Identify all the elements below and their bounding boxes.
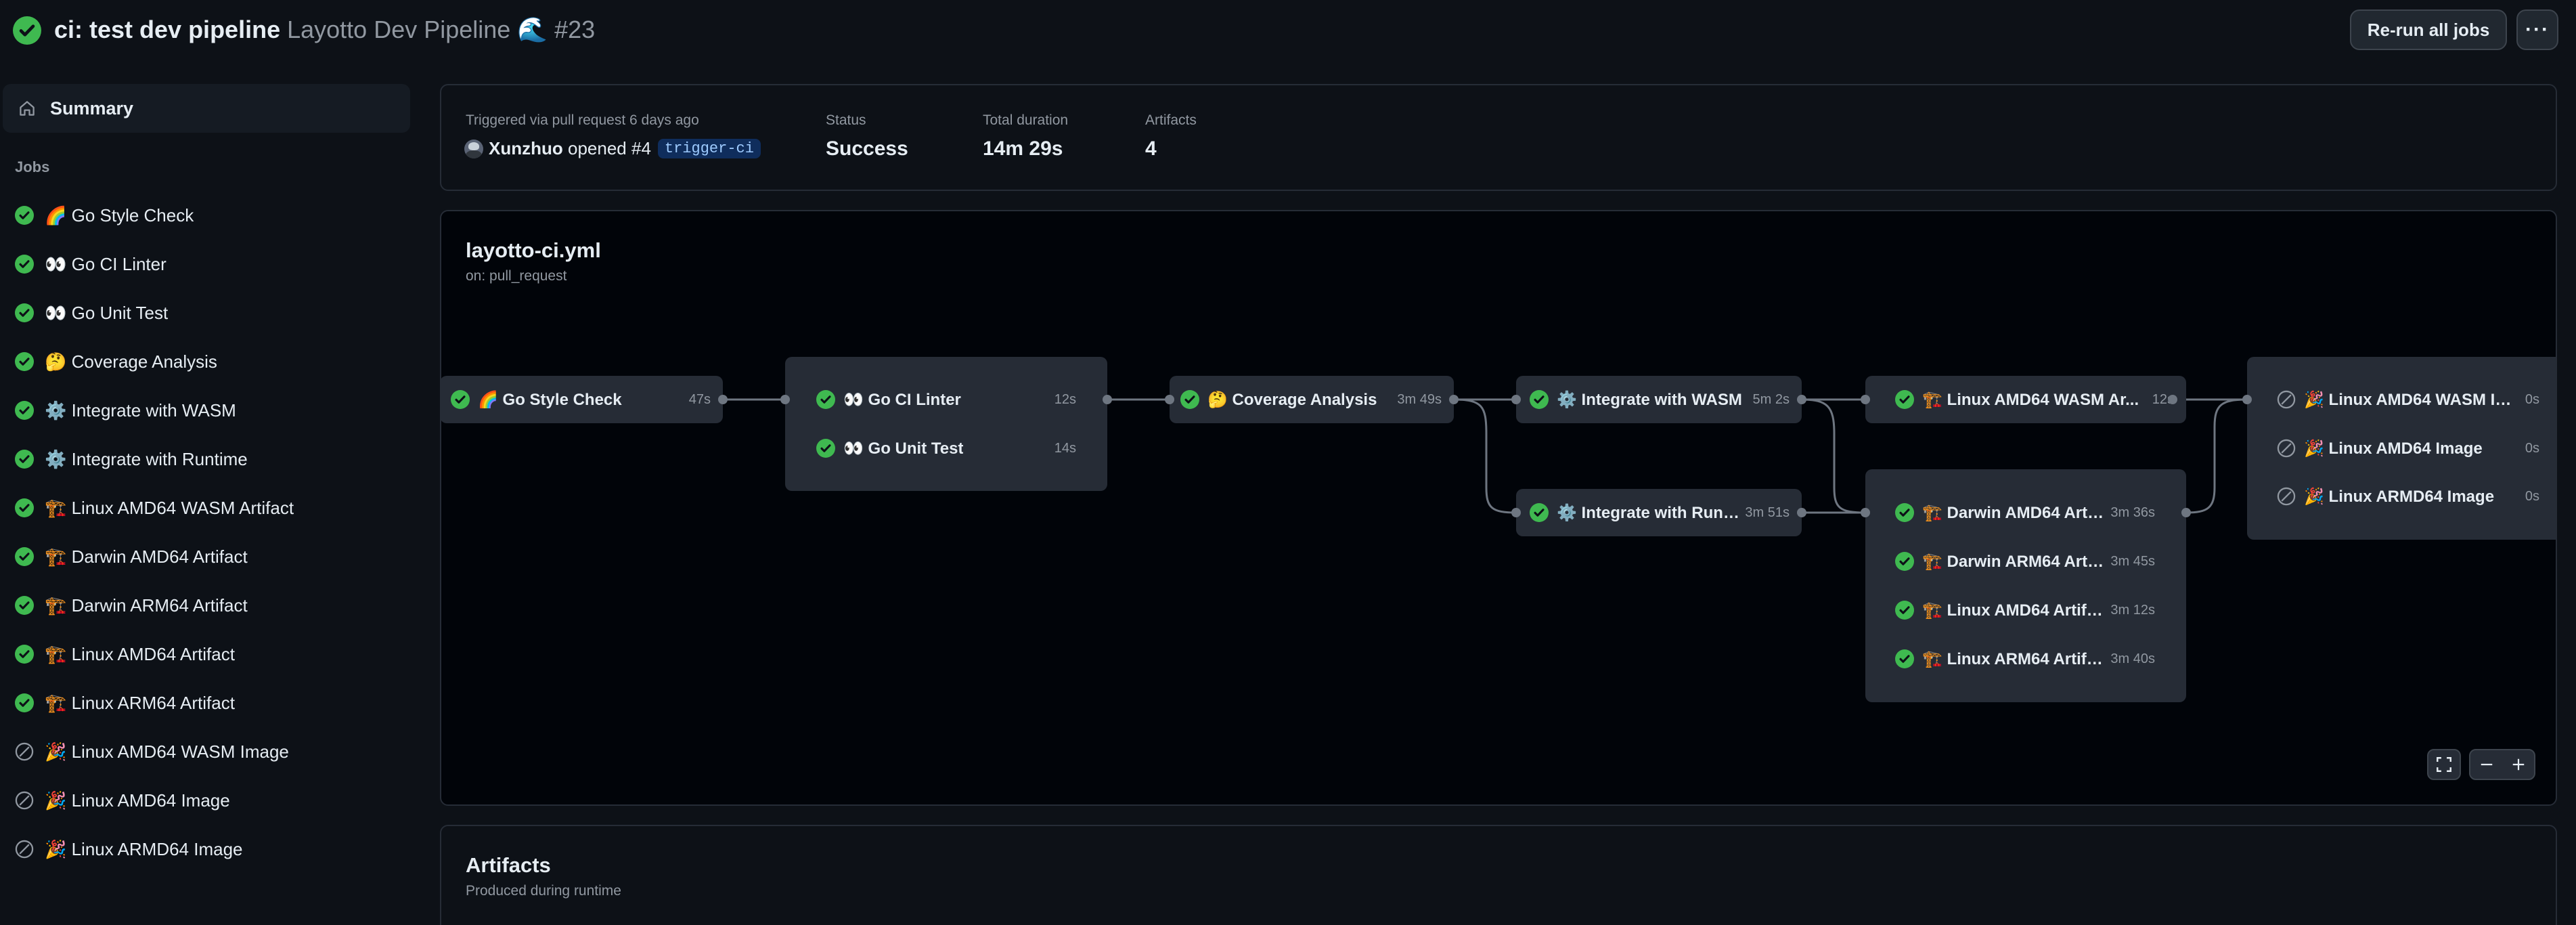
status-success-icon <box>1895 390 1914 409</box>
job-duration: 14s <box>1054 440 1076 456</box>
connector-dot <box>2168 395 2177 404</box>
job-duration: 12s <box>1054 391 1076 407</box>
status-success-icon <box>1530 390 1549 409</box>
graph-job-linux-amd64-wasm-image[interactable]: 🎉 Linux AMD64 WASM Im... 0s <box>2277 385 2539 414</box>
status-success-icon <box>1530 503 1549 522</box>
job-name: 🎉 Linux ARMD64 Image <box>2304 487 2495 506</box>
status-success-icon <box>816 390 835 409</box>
artifacts-card <box>440 825 2557 925</box>
graph-job-linux-armd64-image[interactable]: 🎉 Linux ARMD64 Image 0s <box>2277 482 2539 511</box>
fullscreen-icon <box>2437 757 2451 772</box>
graph-job-linux-amd64-artifact[interactable]: 🏗️ Linux AMD64 Artifact 3m 12s <box>1895 596 2155 624</box>
job-name: 👀 Go Unit Test <box>843 439 964 458</box>
connector-dot <box>1861 395 1870 404</box>
status-success-icon <box>1180 390 1199 409</box>
connector-dot <box>2181 508 2191 517</box>
graph-job-go-unit-test[interactable]: 👀 Go Unit Test 14s <box>816 434 1076 462</box>
status-skipped-icon <box>2277 390 2296 409</box>
job-duration: 3m 49s <box>1397 391 1442 407</box>
connector-dot <box>1797 395 1806 404</box>
status-success-icon <box>1895 649 1914 668</box>
job-name: 🎉 Linux AMD64 WASM Im... <box>2304 390 2520 409</box>
connector-dot <box>718 395 728 404</box>
connector-dot <box>1103 395 1112 404</box>
job-name: ⚙️ Integrate with WASM <box>1557 390 1742 409</box>
status-skipped-icon <box>2277 439 2296 458</box>
graph-job-linux-amd64-wasm-artifact[interactable]: 🏗️ Linux AMD64 WASM Ar... 12s <box>1895 385 2174 414</box>
job-name: 🏗️ Linux AMD64 WASM Ar... <box>1922 390 2139 409</box>
status-success-icon <box>451 390 470 409</box>
job-name: 👀 Go CI Linter <box>843 390 961 409</box>
connector-dot <box>1511 395 1521 404</box>
connector-dot <box>1511 508 1521 517</box>
graph-job-darwin-amd64-artifact[interactable]: 🏗️ Darwin AMD64 Artif... 3m 36s <box>1895 498 2155 527</box>
zoom-controls <box>2469 749 2535 780</box>
job-name: 🏗️ Linux AMD64 Artifact <box>1922 601 2106 620</box>
job-duration: 0s <box>2525 440 2539 456</box>
job-name: ⚙️ Integrate with Runti... <box>1557 503 1740 522</box>
connector-dot <box>2242 395 2252 404</box>
status-success-icon <box>1895 503 1914 522</box>
connector-dot <box>1449 395 1459 404</box>
job-duration: 3m 12s <box>2110 602 2155 618</box>
job-duration: 0s <box>2525 391 2539 407</box>
artifacts-title: Artifacts <box>466 853 551 877</box>
status-success-icon <box>1895 601 1914 620</box>
job-name: 🏗️ Darwin ARM64 Artif... <box>1922 552 2106 571</box>
job-duration: 3m 51s <box>1745 504 1790 520</box>
graph-job-linux-arm64-artifact[interactable]: 🏗️ Linux ARM64 Artifact 3m 40s <box>1895 645 2155 673</box>
graph-job-go-ci-linter[interactable]: 👀 Go CI Linter 12s <box>816 385 1076 414</box>
status-success-icon <box>816 439 835 458</box>
graph-job-linux-amd64-image[interactable]: 🎉 Linux AMD64 Image 0s <box>2277 434 2539 462</box>
connector-dot <box>1797 508 1806 517</box>
zoom-out-icon[interactable] <box>2479 757 2494 772</box>
connector-dot <box>1165 395 1174 404</box>
job-duration: 0s <box>2525 488 2539 504</box>
job-duration: 3m 45s <box>2110 553 2155 569</box>
job-name: 🏗️ Linux ARM64 Artifact <box>1922 649 2106 668</box>
connector-dot <box>780 395 790 404</box>
job-group-lint <box>785 357 1107 491</box>
job-duration: 5m 2s <box>1752 391 1790 407</box>
graph-connectors <box>723 398 2248 514</box>
job-name: 🌈 Go Style Check <box>478 390 622 409</box>
job-duration: 3m 36s <box>2110 504 2155 520</box>
zoom-in-icon[interactable] <box>2511 757 2526 772</box>
graph-job-darwin-arm64-artifact[interactable]: 🏗️ Darwin ARM64 Artif... 3m 45s <box>1895 547 2155 576</box>
status-success-icon <box>1895 552 1914 571</box>
fullscreen-button[interactable] <box>2427 749 2461 780</box>
graph-job-go-style-check[interactable]: 🌈 Go Style Check 47s <box>451 385 711 414</box>
job-name: 🏗️ Darwin AMD64 Artif... <box>1922 503 2106 522</box>
connector-dot <box>1861 508 1870 517</box>
artifacts-subtitle: Produced during runtime <box>466 883 621 899</box>
job-name: 🤔 Coverage Analysis <box>1207 390 1377 409</box>
job-duration: 47s <box>688 391 711 407</box>
graph-job-integrate-runtime[interactable]: ⚙️ Integrate with Runti... 3m 51s <box>1530 498 1790 527</box>
job-duration: 3m 40s <box>2110 651 2155 666</box>
graph-job-integrate-wasm[interactable]: ⚙️ Integrate with WASM 5m 2s <box>1530 385 1790 414</box>
status-skipped-icon <box>2277 487 2296 506</box>
job-name: 🎉 Linux AMD64 Image <box>2304 439 2483 458</box>
graph-job-coverage-analysis[interactable]: 🤔 Coverage Analysis 3m 49s <box>1180 385 1442 414</box>
